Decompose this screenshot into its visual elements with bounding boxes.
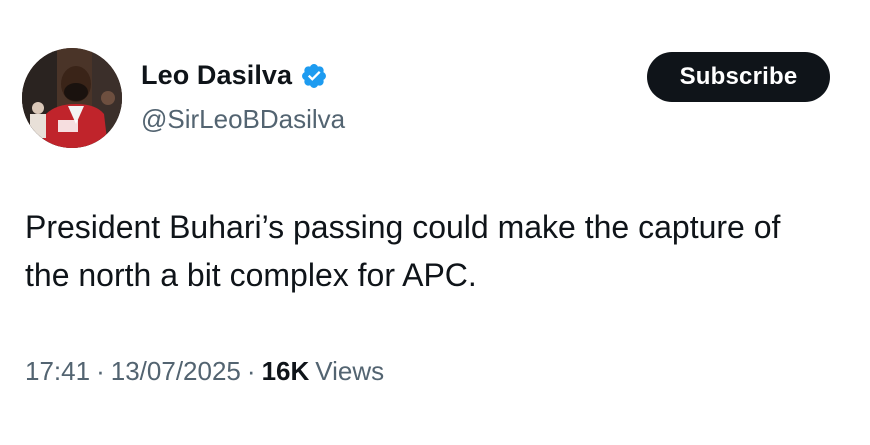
tweet-date[interactable]: 13/07/2025: [111, 356, 241, 387]
verified-badge-icon: [300, 62, 328, 90]
tweet-meta: 17:41 · 13/07/2025 · 16K Views: [25, 356, 384, 387]
author-handle[interactable]: @SirLeoBDasilva: [141, 104, 345, 135]
tweet-time[interactable]: 17:41: [25, 356, 90, 387]
display-name[interactable]: Leo Dasilva: [141, 60, 292, 91]
avatar[interactable]: [22, 48, 122, 148]
avatar-photo: [22, 48, 122, 148]
views-count: 16K: [261, 356, 310, 386]
tweet-text: President Buhari’s passing could make th…: [25, 209, 781, 293]
subscribe-button[interactable]: Subscribe: [647, 52, 830, 102]
meta-separator: ·: [246, 356, 256, 386]
tweet-card: Leo Dasilva @SirLeoBDasilva Subscribe Pr…: [0, 0, 870, 445]
author-name-row: Leo Dasilva: [141, 60, 328, 91]
views-label: Views: [315, 356, 385, 386]
meta-separator: ·: [96, 356, 105, 386]
